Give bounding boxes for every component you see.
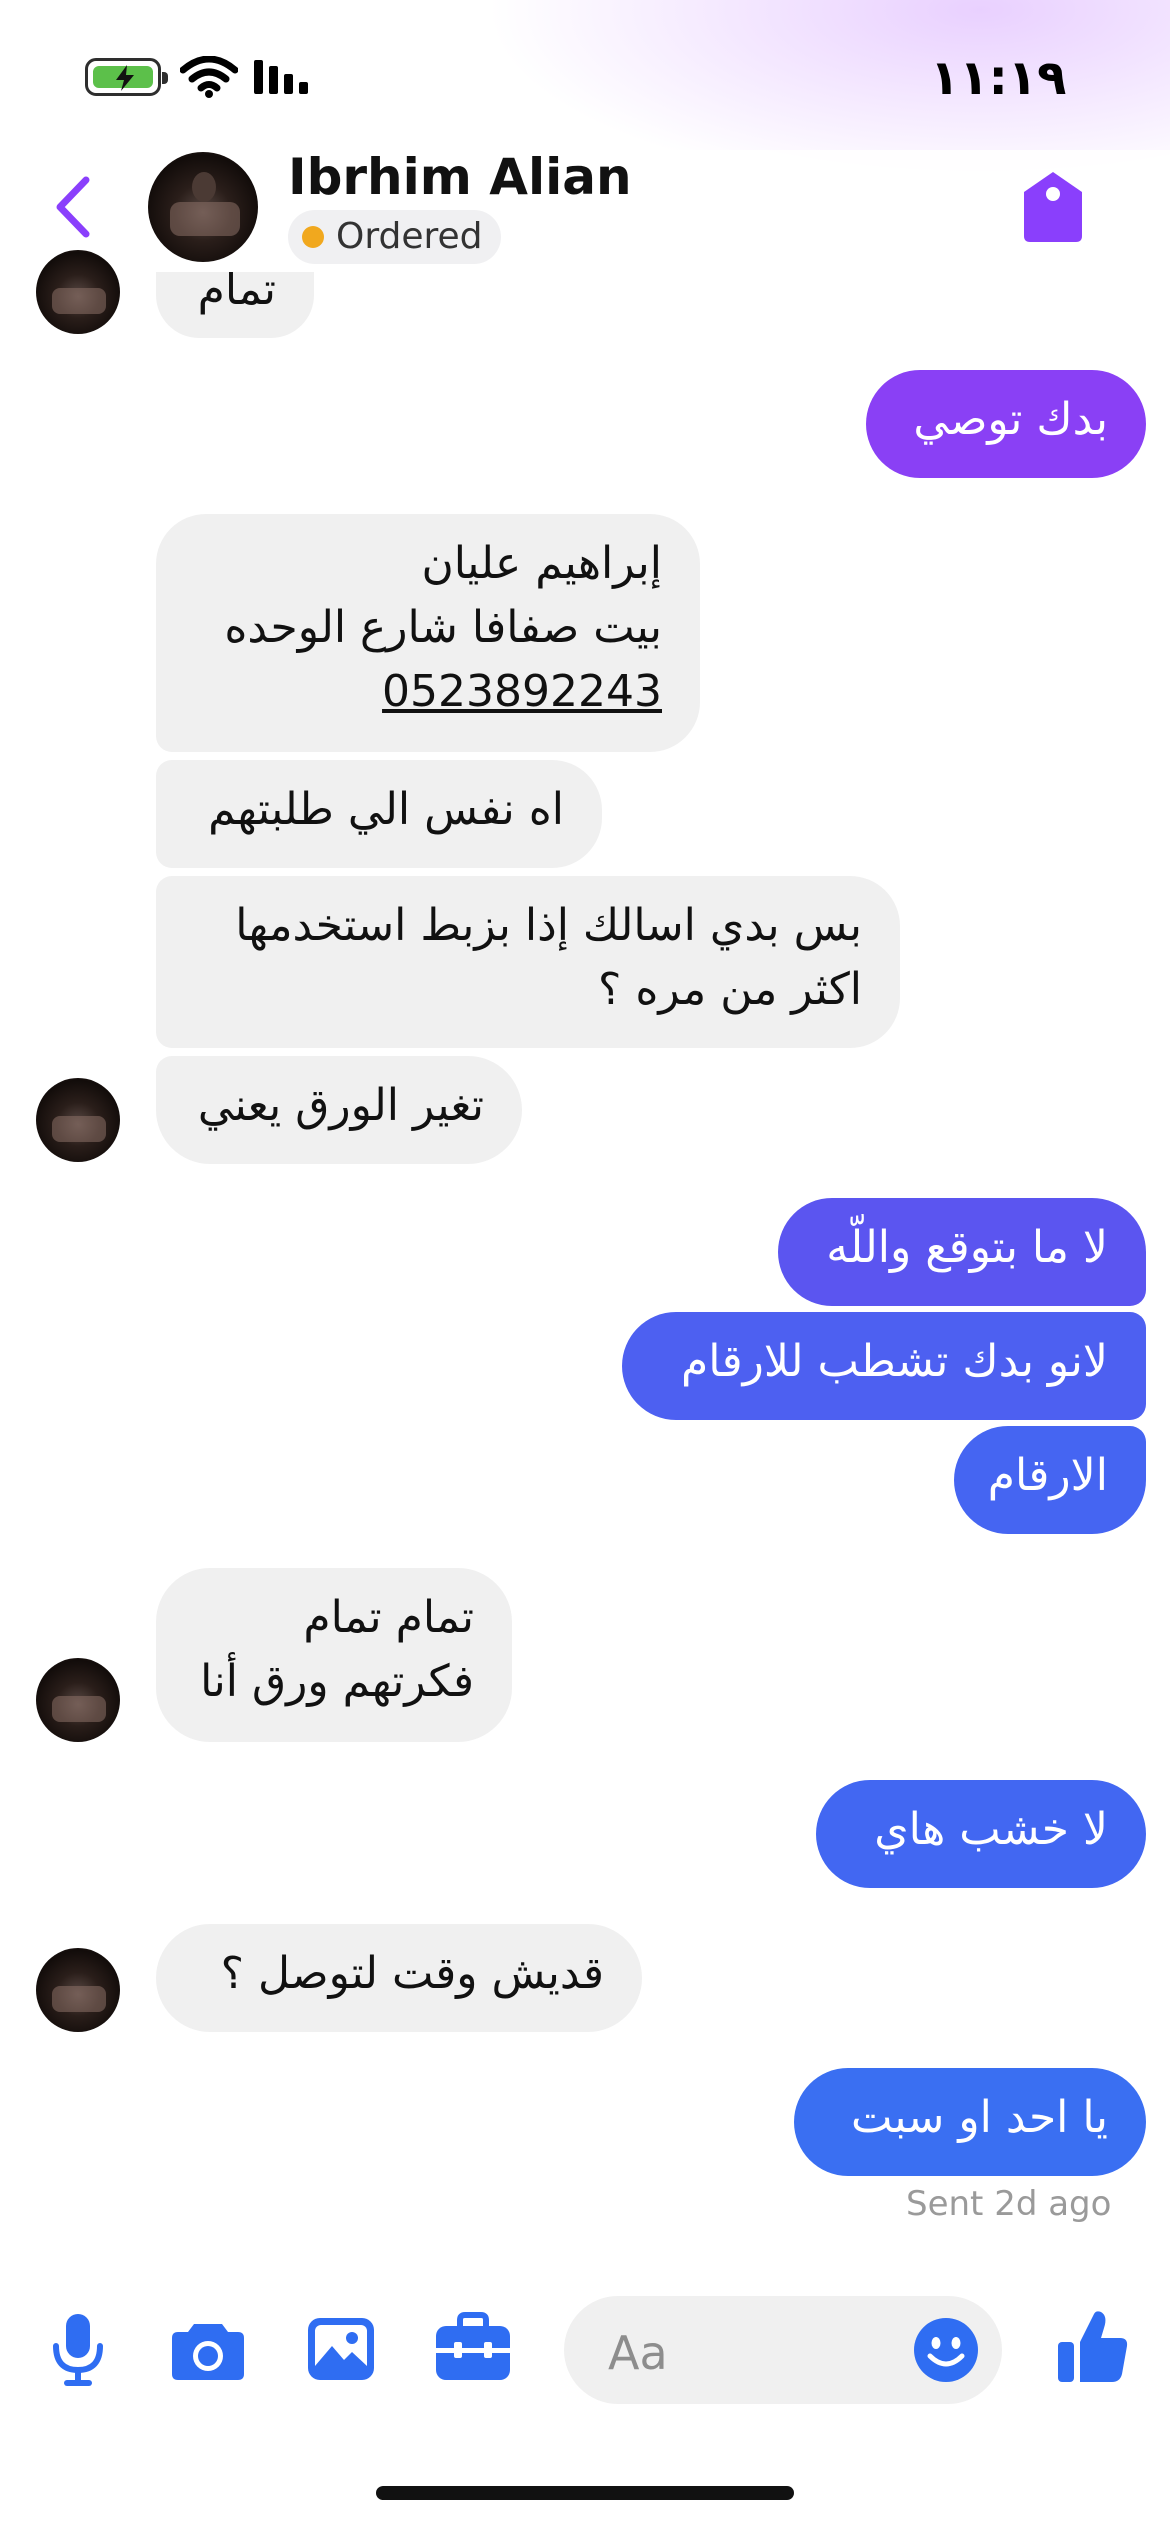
sender-avatar	[36, 1078, 120, 1162]
message-line: فكرتهم ورق أنا	[200, 1656, 474, 1707]
sender-avatar	[36, 1948, 120, 2032]
order-status-badge[interactable]: Ordered	[288, 210, 501, 264]
battery-icon	[85, 58, 168, 96]
message-outgoing[interactable]: بدك توصي	[866, 370, 1146, 478]
phone-number-link[interactable]: 0523892243	[382, 660, 662, 724]
toolbox-icon[interactable]	[434, 2312, 512, 2382]
camera-icon[interactable]	[170, 2318, 246, 2382]
message-line: اكثر من مره ؟	[598, 964, 862, 1015]
status-dot	[302, 226, 324, 248]
contact-avatar[interactable]	[148, 152, 258, 262]
message-incoming[interactable]: اه نفس الي طلبتهم	[156, 760, 602, 868]
status-time: ١١:١٩	[930, 50, 1067, 106]
message-line: تمام تمام	[303, 1592, 474, 1643]
wifi-icon	[180, 56, 238, 98]
message-incoming[interactable]: تمام تمام فكرتهم ورق أنا	[156, 1568, 512, 1742]
message-line: بيت صفافا شارع الوحده	[224, 602, 662, 653]
message-line: بس بدي اسالك إذا بزبط استخدمها	[235, 900, 862, 951]
smiley-icon[interactable]	[912, 2316, 980, 2384]
message-input[interactable]: Aa	[564, 2296, 1002, 2404]
message-outgoing[interactable]: الارقام	[954, 1426, 1146, 1534]
back-chevron-icon[interactable]	[50, 174, 94, 240]
home-indicator	[376, 2486, 794, 2500]
sender-avatar	[36, 1658, 120, 1742]
message-line: إبراهيم عليان	[421, 538, 662, 589]
thumbs-up-icon[interactable]	[1056, 2308, 1130, 2386]
tag-icon[interactable]	[1020, 170, 1086, 244]
order-status-label: Ordered	[336, 216, 483, 257]
message-incoming-contact-card[interactable]: إبراهيم عليان بيت صفافا شارع الوحده 0523…	[156, 514, 700, 752]
delivery-status: Sent 2d ago	[906, 2184, 1112, 2224]
message-input-placeholder: Aa	[608, 2326, 668, 2380]
message-outgoing[interactable]: لا خشب هاي	[816, 1780, 1146, 1888]
message-incoming[interactable]: بس بدي اسالك إذا بزبط استخدمها اكثر من م…	[156, 876, 900, 1048]
contact-name[interactable]: Ibrhim Alian	[288, 148, 632, 206]
signal-icon	[254, 60, 308, 94]
sender-avatar	[36, 250, 120, 334]
message-outgoing[interactable]: لا ما بتوقع واللّه	[778, 1198, 1146, 1306]
status-bar: ١١:١٩	[0, 0, 1170, 150]
message-incoming[interactable]: قديش وقت لتوصل ؟	[156, 1924, 642, 2032]
gallery-icon[interactable]	[306, 2316, 376, 2382]
message-outgoing[interactable]: لانو بدك تشطب للارقام	[622, 1312, 1146, 1420]
message-outgoing[interactable]: يا احد او سبت	[794, 2068, 1146, 2176]
message-incoming[interactable]: تغير الورق يعني	[156, 1056, 522, 1164]
microphone-icon[interactable]	[50, 2312, 106, 2388]
